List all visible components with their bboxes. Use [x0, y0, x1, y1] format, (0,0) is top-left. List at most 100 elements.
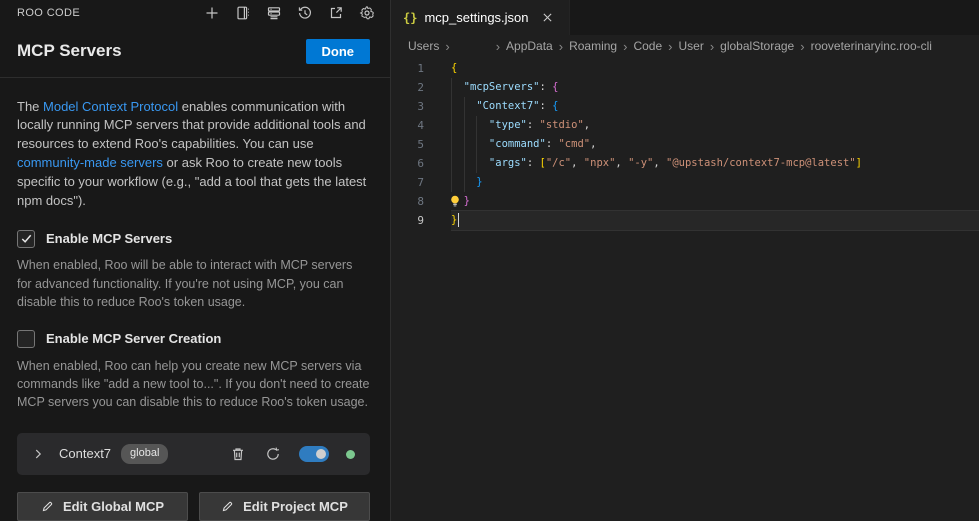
code-token: }	[476, 176, 482, 188]
code-line[interactable]: 8}	[391, 192, 979, 211]
settings-icon[interactable]	[356, 2, 378, 24]
intro-text: The	[17, 99, 43, 114]
code-token: "@upstash/context7-mcp@latest"	[666, 157, 856, 169]
breadcrumb-item[interactable]: AppData	[506, 39, 553, 53]
line-number: 5	[391, 135, 424, 154]
panel-title: ROO CODE	[17, 7, 80, 19]
code-token: :	[527, 119, 540, 131]
code-line[interactable]: 2"mcpServers": {	[391, 78, 979, 97]
indent-guide	[476, 154, 489, 173]
restart-server-button[interactable]	[264, 445, 282, 463]
breadcrumb-item[interactable]: rooveterinaryinc.roo-cli	[811, 39, 932, 53]
code-token: "command"	[489, 138, 546, 150]
breadcrumb-item[interactable]: User	[678, 39, 703, 53]
breadcrumb-item[interactable]: Users	[408, 39, 439, 53]
breadcrumb-item[interactable]: Roaming	[569, 39, 617, 53]
open-in-new-icon[interactable]	[325, 2, 347, 24]
community-made-servers-link[interactable]: community-made servers	[17, 155, 163, 170]
code-token: ,	[615, 157, 628, 169]
line-number: 7	[391, 173, 424, 192]
code-line-content: "args": ["/c", "npx", "-y", "@upstash/co…	[451, 154, 979, 173]
done-button[interactable]: Done	[306, 39, 371, 64]
code-line[interactable]: 4"type": "stdio",	[391, 116, 979, 135]
code-line[interactable]: 5 "command": "cmd",	[391, 135, 979, 154]
view-header: MCP Servers Done	[0, 26, 390, 77]
indent-guide	[464, 154, 477, 173]
code-token: "stdio"	[540, 119, 584, 131]
code-token: "/c"	[546, 157, 571, 169]
indent-guide	[451, 135, 464, 154]
editor-group: {} mcp_settings.json Users › › AppData › Roam…	[391, 0, 979, 521]
pencil-icon	[41, 500, 54, 513]
code-token: ]	[856, 157, 862, 169]
tab-mcp-settings-json[interactable]: {} mcp_settings.json	[391, 0, 570, 35]
line-number: 1	[391, 59, 424, 78]
code-token: :	[540, 81, 553, 93]
enable-mcp-server-creation-setting: Enable MCP Server Creation When enabled,…	[17, 330, 370, 411]
code-line[interactable]: 6 "args": ["/c", "npx", "-y", "@upstash/c…	[391, 154, 979, 173]
breadcrumb-separator-icon: ›	[800, 39, 804, 54]
model-context-protocol-link[interactable]: Model Context Protocol	[43, 99, 178, 114]
breadcrumb-separator-icon: ›	[496, 39, 500, 54]
code-token: :	[527, 157, 540, 169]
code-token: {	[552, 100, 558, 112]
lightbulb-icon[interactable]	[451, 192, 464, 211]
tab-bar: {} mcp_settings.json	[391, 0, 979, 35]
code-token: "type"	[489, 119, 527, 131]
roo-code-panel: ROO CODE MCP Servers Done The Model Cont…	[0, 0, 391, 521]
code-line[interactable]: 7}	[391, 173, 979, 192]
code-line-content: }	[451, 192, 979, 211]
enable-mcp-servers-setting: Enable MCP Servers When enabled, Roo wil…	[17, 230, 370, 311]
page-title: MCP Servers	[17, 41, 122, 61]
indent-guide	[451, 97, 464, 116]
line-number: 9	[391, 211, 424, 230]
line-number: 4	[391, 116, 424, 135]
code-token: "args"	[489, 157, 527, 169]
line-number: 8	[391, 192, 424, 211]
enable-mcp-server-creation-checkbox[interactable]	[17, 330, 35, 348]
code-line[interactable]: 9}	[391, 211, 979, 230]
code-token: "-y"	[628, 157, 653, 169]
code-token: "mcpServers"	[464, 81, 540, 93]
line-number: 6	[391, 154, 424, 173]
line-number: 3	[391, 97, 424, 116]
panel-header: ROO CODE	[0, 0, 390, 26]
mcp-server-row-context7[interactable]: Context7 global	[17, 433, 370, 475]
code-token: "cmd"	[558, 138, 590, 150]
code-line-content: "Context7": {	[451, 97, 979, 116]
code-token: }	[451, 214, 457, 226]
code-editor[interactable]: 1{2"mcpServers": {3"Context7": {4"type":…	[391, 57, 979, 521]
code-token: }	[464, 195, 470, 207]
server-enabled-toggle[interactable]	[299, 446, 329, 462]
history-icon[interactable]	[294, 2, 316, 24]
delete-server-button[interactable]	[229, 445, 247, 463]
edit-project-mcp-label: Edit Project MCP	[243, 499, 348, 514]
code-line[interactable]: 1{	[391, 59, 979, 78]
json-file-icon: {}	[403, 11, 417, 25]
breadcrumb-separator-icon: ›	[710, 39, 714, 54]
code-line[interactable]: 3 "Context7": {	[391, 97, 979, 116]
intro-paragraph: The Model Context Protocol enables commu…	[17, 98, 370, 211]
indent-guide	[451, 116, 464, 135]
code-token: :	[546, 138, 559, 150]
breadcrumb-separator-icon: ›	[559, 39, 563, 54]
breadcrumb-separator-icon: ›	[445, 39, 449, 54]
enable-mcp-servers-checkbox[interactable]	[17, 230, 35, 248]
code-token: ,	[571, 157, 584, 169]
breadcrumb-item[interactable]: globalStorage	[720, 39, 794, 53]
edit-global-mcp-button[interactable]: Edit Global MCP	[17, 492, 188, 521]
tab-title: mcp_settings.json	[424, 10, 528, 25]
notebook-icon[interactable]	[232, 2, 254, 24]
expand-server-chevron-icon[interactable]	[30, 446, 46, 462]
edit-project-mcp-button[interactable]: Edit Project MCP	[199, 492, 370, 521]
mcp-servers-icon[interactable]	[263, 2, 285, 24]
panel-header-icons	[201, 2, 378, 24]
code-line-content: {	[451, 59, 979, 78]
indent-guide	[464, 135, 477, 154]
code-token: ,	[590, 138, 596, 150]
breadcrumb-item[interactable]: Code	[633, 39, 662, 53]
add-icon[interactable]	[201, 2, 223, 24]
close-tab-icon[interactable]	[539, 9, 557, 27]
code-token: {	[451, 62, 457, 74]
enable-mcp-server-creation-label: Enable MCP Server Creation	[46, 330, 221, 349]
